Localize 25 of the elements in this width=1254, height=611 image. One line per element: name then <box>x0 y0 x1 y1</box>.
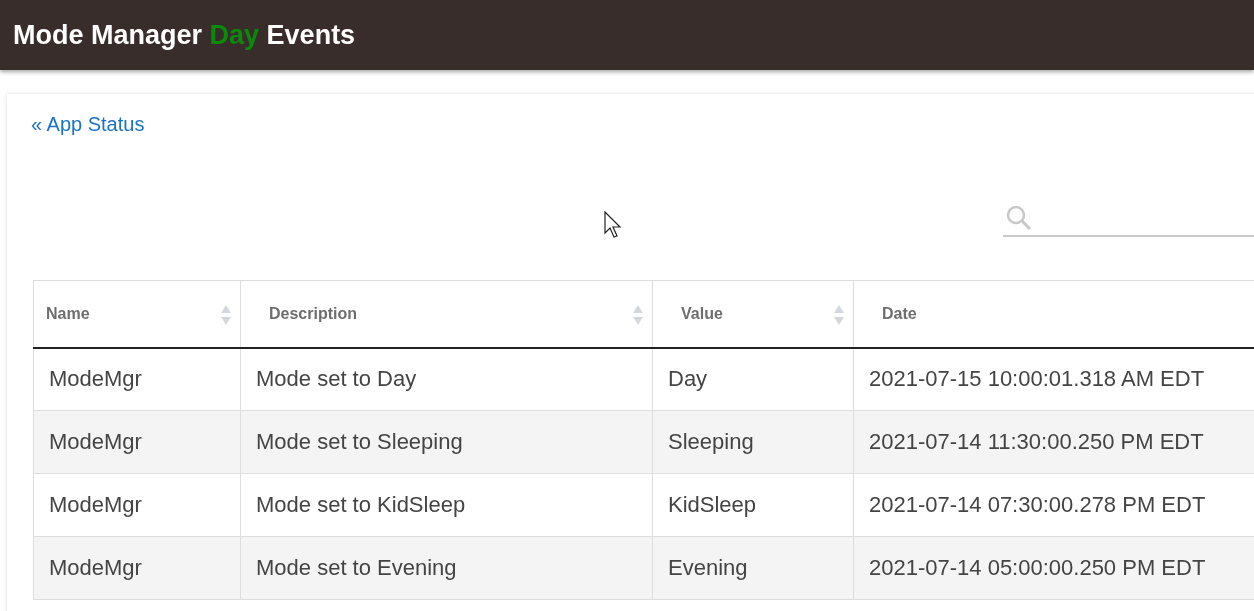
table-cell: Sleeping <box>652 410 854 474</box>
column-header[interactable]: Value <box>652 280 854 348</box>
table-cell: ModeMgr <box>33 347 241 411</box>
table-cell: Mode set to Sleeping <box>240 410 653 474</box>
sort-icon <box>833 303 845 327</box>
page-title: Mode Manager Day Events <box>13 19 356 51</box>
column-header[interactable]: Name <box>33 280 241 348</box>
table-cell: 2021-07-14 05:00:00.250 PM EDT <box>853 536 1254 600</box>
back-link[interactable]: « App Status <box>31 113 145 135</box>
search-icon <box>1005 203 1033 232</box>
sort-icon <box>632 303 644 327</box>
table-cell: Mode set to KidSleep <box>240 473 653 537</box>
table-cell: Mode set to Evening <box>240 536 653 600</box>
table-cell: ModeMgr <box>33 536 241 600</box>
table-cell: ModeMgr <box>33 473 241 537</box>
table-cell: Mode set to Day <box>240 347 653 411</box>
column-header[interactable]: Date <box>853 280 1254 348</box>
sort-icon <box>220 303 232 327</box>
table-cell: Evening <box>652 536 854 600</box>
table-cell: KidSleep <box>652 473 854 537</box>
column-header[interactable]: Description <box>240 280 653 348</box>
table-cell: Day <box>652 347 854 411</box>
table-cell: 2021-07-14 11:30:00.250 PM EDT <box>853 410 1254 474</box>
table-cell: ModeMgr <box>33 410 241 474</box>
mouse-cursor-icon <box>604 211 624 239</box>
